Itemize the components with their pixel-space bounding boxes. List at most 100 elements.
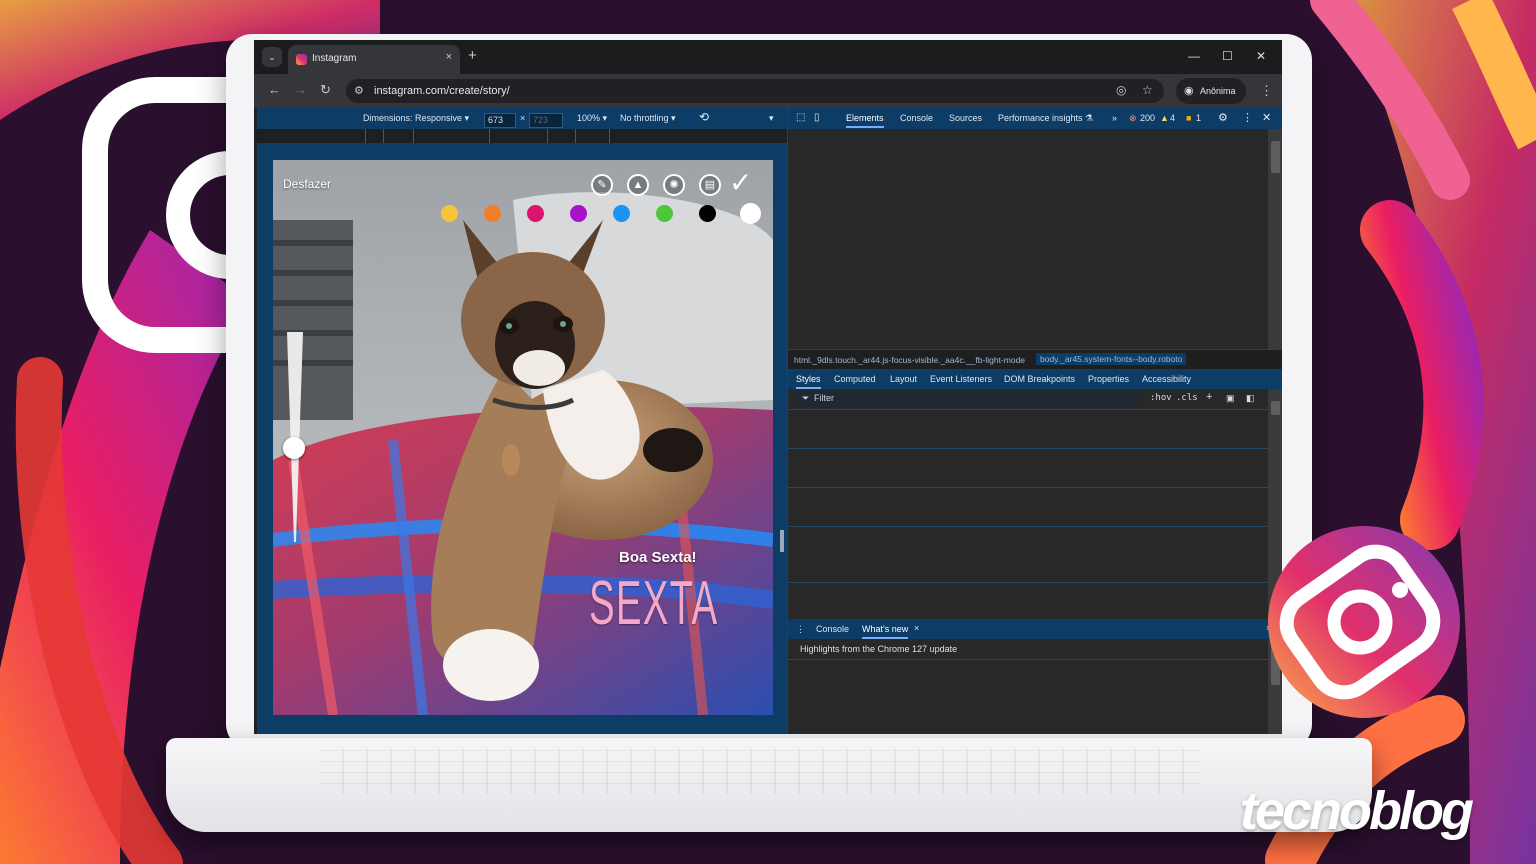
story-text-sexta[interactable]: SEXTA xyxy=(589,568,718,639)
browser-menu-icon[interactable]: ⋮ xyxy=(1260,83,1273,99)
devtools-tab-bar: ⬚ ▯ Elements Console Sources Performance… xyxy=(788,108,1282,129)
highlighter-icon[interactable]: ▲ xyxy=(627,174,649,196)
tab-search-button[interactable]: ⌄ xyxy=(262,47,282,67)
close-devtools-icon[interactable]: ✕ xyxy=(1262,111,1271,124)
eraser-icon[interactable]: ▤ xyxy=(699,174,721,196)
brush-size-knob[interactable] xyxy=(283,436,305,459)
undo-button[interactable]: Desfazer xyxy=(283,177,331,191)
settings-gear-icon[interactable]: ⚙ xyxy=(1218,111,1228,124)
laptop-keyboard xyxy=(320,748,1200,794)
sidebar-toggle-icon[interactable]: ◧ xyxy=(1246,393,1255,404)
issues-icon: ■ xyxy=(1186,113,1192,123)
marker-icon[interactable]: ✎ xyxy=(591,174,613,196)
issues-count[interactable]: 1 xyxy=(1196,113,1201,123)
breadcrumb-html[interactable]: html._9dls.touch._ar44.js-focus-visible.… xyxy=(794,355,1025,365)
zoom-dropdown[interactable]: 100% ▾ xyxy=(577,113,607,124)
warning-icon: ▲ xyxy=(1160,113,1169,123)
error-icon: ⊗ xyxy=(1129,113,1137,123)
more-tabs-button[interactable]: » xyxy=(1112,113,1117,123)
tab-computed[interactable]: Computed xyxy=(834,374,876,384)
elements-scrollbar[interactable] xyxy=(1268,129,1282,349)
color-swatch[interactable] xyxy=(699,205,716,222)
styles-tab-bar: Styles Computed Layout Event Listeners D… xyxy=(788,369,1282,389)
width-input[interactable]: 673 xyxy=(484,113,516,128)
tab-dom-breakpoints[interactable]: DOM Breakpoints xyxy=(1004,374,1075,384)
viewport-resize-handle[interactable] xyxy=(780,530,784,552)
styles-filter-input[interactable]: ⏷ Filter xyxy=(794,391,1142,407)
rotate-icon[interactable]: ⟲ xyxy=(699,110,709,124)
profile-label: Anônima xyxy=(1200,86,1236,96)
story-text-greeting[interactable]: Boa Sexta! xyxy=(619,549,697,566)
instagram-logo-icon xyxy=(1268,526,1460,718)
tab-performance-insights[interactable]: Performance insights ⚗ xyxy=(998,113,1093,124)
filter-placeholder: Filter xyxy=(814,393,834,403)
laptop-screen: ⌄ Instagram × + — ☐ ✕ ← → ↻ ⚙ instagram.… xyxy=(254,40,1282,734)
throttling-dropdown[interactable]: No throttling ▾ xyxy=(620,113,676,124)
whats-new-headline[interactable]: Highlights from the Chrome 127 update xyxy=(800,644,957,654)
color-swatch[interactable] xyxy=(613,205,630,222)
tab-layout[interactable]: Layout xyxy=(890,374,917,384)
times-sign: × xyxy=(520,113,526,123)
height-input[interactable]: 723 xyxy=(529,113,563,128)
devtools-panel: ⬚ ▯ Elements Console Sources Performance… xyxy=(787,108,1282,734)
tab-styles[interactable]: Styles xyxy=(796,374,821,389)
bookmark-star-icon[interactable]: ☆ xyxy=(1142,83,1153,97)
browser-toolbar: ← → ↻ ⚙ instagram.com/create/story/ ◎ ☆ … xyxy=(254,74,1282,108)
close-window-button[interactable]: ✕ xyxy=(1256,49,1266,63)
incognito-profile-button[interactable]: ◉ Anônima xyxy=(1176,78,1246,104)
dimensions-dropdown[interactable]: Dimensions: Responsive ▾ xyxy=(363,113,469,124)
close-whats-new-icon[interactable]: × xyxy=(914,623,919,633)
tab-event-listeners[interactable]: Event Listeners xyxy=(930,374,992,384)
tab-sources[interactable]: Sources xyxy=(949,113,982,123)
color-swatch[interactable] xyxy=(656,205,673,222)
color-swatch[interactable] xyxy=(484,205,501,222)
tab-console[interactable]: Console xyxy=(900,113,933,123)
paint-icon[interactable]: ▣ xyxy=(1226,393,1235,404)
browser-tab-instagram[interactable]: Instagram × xyxy=(288,45,460,74)
tab-accessibility[interactable]: Accessibility xyxy=(1142,374,1191,384)
tracking-protection-icon[interactable]: ◎ xyxy=(1116,83,1126,97)
url-text[interactable]: instagram.com/create/story/ xyxy=(374,85,510,97)
color-swatch[interactable] xyxy=(441,205,458,222)
new-tab-button[interactable]: + xyxy=(468,48,477,64)
reload-button[interactable]: ↻ xyxy=(320,82,331,98)
breadcrumb-body[interactable]: body._ar45.system-fonts--body.roboto xyxy=(1036,353,1187,365)
tecnoblog-watermark: tecnoblog xyxy=(1240,781,1474,841)
error-count[interactable]: 200 xyxy=(1140,113,1155,123)
story-editor-canvas[interactable]: Desfazer ✎ ▲ ✺ ▤ ✓ Boa Sexta! SEXTA xyxy=(273,160,773,715)
tab-title: Instagram xyxy=(312,53,357,64)
tab-properties[interactable]: Properties xyxy=(1088,374,1129,384)
done-checkmark-icon[interactable]: ✓ xyxy=(729,168,752,198)
cls-toggle[interactable]: .cls xyxy=(1176,393,1198,403)
elements-tree[interactable] xyxy=(788,129,1268,349)
color-swatch[interactable] xyxy=(570,205,587,222)
drawer-tab-whats-new[interactable]: What's new xyxy=(862,624,909,639)
tab-elements[interactable]: Elements xyxy=(846,113,884,128)
site-settings-icon[interactable]: ⚙ xyxy=(354,84,364,97)
filter-icon: ⏷ xyxy=(802,393,810,403)
minimize-button[interactable]: — xyxy=(1188,49,1200,63)
drawer-tab-bar: ⋮ Console What's new × × xyxy=(788,619,1282,639)
device-more-dropdown[interactable]: ▾ xyxy=(769,113,774,124)
breadcrumb: html._9dls.touch._ar44.js-focus-visible.… xyxy=(788,349,1282,369)
address-bar[interactable]: ⚙ instagram.com/create/story/ ◎ ☆ xyxy=(346,79,1164,103)
incognito-icon: ◉ xyxy=(1184,85,1194,97)
color-swatch[interactable] xyxy=(740,203,761,224)
device-toolbar: Dimensions: Responsive ▾ 673 × 723 100% … xyxy=(257,108,787,129)
media-query-ruler xyxy=(257,129,787,143)
device-toggle-icon[interactable]: ▯ xyxy=(814,112,820,123)
drawer-tab-console[interactable]: Console xyxy=(816,624,849,634)
drawer-menu-icon[interactable]: ⋮ xyxy=(796,624,805,635)
color-swatch[interactable] xyxy=(527,205,544,222)
warning-count[interactable]: 4 xyxy=(1170,113,1175,123)
back-button[interactable]: ← xyxy=(268,82,281,98)
tab-close-icon[interactable]: × xyxy=(446,51,452,63)
neon-icon[interactable]: ✺ xyxy=(663,174,685,196)
inspect-element-icon[interactable]: ⬚ xyxy=(796,112,805,123)
browser-tab-bar: ⌄ Instagram × + — ☐ ✕ xyxy=(254,40,1282,74)
forward-button[interactable]: → xyxy=(294,82,307,98)
new-style-rule-icon[interactable]: + xyxy=(1206,391,1212,403)
devtools-menu-icon[interactable]: ⋮ xyxy=(1242,111,1253,124)
maximize-button[interactable]: ☐ xyxy=(1222,49,1233,63)
hov-toggle[interactable]: :hov xyxy=(1150,393,1172,403)
